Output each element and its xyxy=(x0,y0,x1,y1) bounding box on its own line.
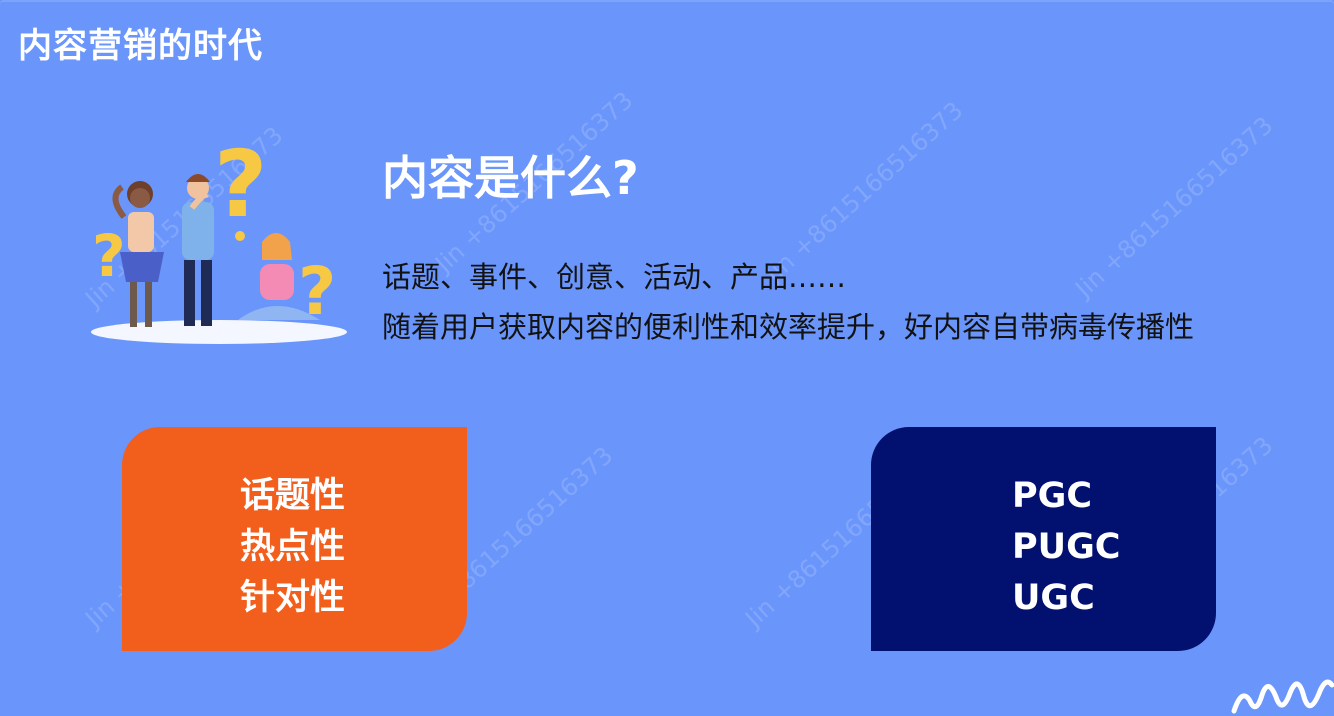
list-item: 话题性 xyxy=(240,476,346,516)
section-heading: 内容是什么? xyxy=(382,151,639,205)
people-with-question-marks-illustration: ? ? ? xyxy=(91,142,347,344)
slide-canvas: Jin +8615166516373 Jin +8615166516373 Ji… xyxy=(0,0,1334,714)
list-item: 热点性 xyxy=(240,527,346,567)
content-traits-list: 话题性 热点性 针对性 xyxy=(240,471,345,624)
svg-text:?: ? xyxy=(92,222,126,290)
content-types-card: PGC PUGC UGC xyxy=(871,427,1216,651)
body-text-line: 随着用户获取内容的便利性和效率提升，好内容自带病毒传播性 xyxy=(382,310,1195,344)
content-types-list: PGC PUGC UGC xyxy=(1012,471,1121,624)
list-item: UGC xyxy=(1012,578,1095,618)
content-traits-card: 话题性 热点性 针对性 xyxy=(122,427,467,651)
slide-title: 内容营销的时代 xyxy=(18,26,263,66)
body-text-line: 话题、事件、创意、活动、产品…… xyxy=(382,260,847,294)
svg-text:?: ? xyxy=(214,142,267,238)
list-item: PGC xyxy=(1012,476,1093,516)
list-item: 针对性 xyxy=(240,578,346,618)
svg-text:?: ? xyxy=(298,253,336,330)
watermark: Jin +8615166516373 xyxy=(1070,111,1279,303)
list-item: PUGC xyxy=(1012,527,1121,567)
decorative-squiggle-icon xyxy=(1231,679,1334,714)
